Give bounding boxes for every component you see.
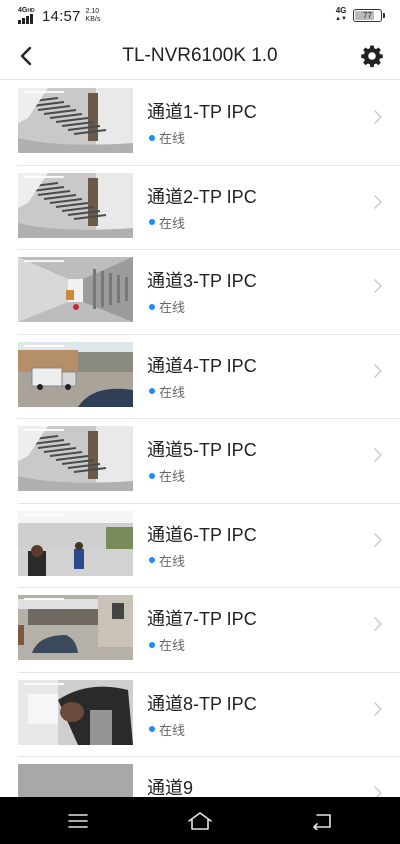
channel-row[interactable]: 通道1-TP IPC 在线 <box>18 81 400 166</box>
nav-back-button[interactable] <box>302 808 342 834</box>
channel-status-label: 在线 <box>159 469 186 484</box>
chevron-right-icon <box>372 278 384 294</box>
camera-thumbnail[interactable] <box>18 341 133 407</box>
channel-status-label: 在线 <box>159 553 186 569</box>
signal-icon: 4GHD <box>18 7 38 25</box>
online-dot-icon <box>149 472 155 479</box>
camera-thumbnail[interactable] <box>18 172 133 238</box>
channel-status-label: 在线 <box>159 384 186 400</box>
channel-status: 在线 <box>149 466 185 485</box>
channel-row[interactable]: 通道8-TP IPC 在线 <box>18 673 400 757</box>
channel-name: 通道7-TP IPC <box>147 609 257 629</box>
chevron-right-icon <box>372 785 384 797</box>
channel-row[interactable]: 通道3-TP IPC 在线 <box>18 250 400 335</box>
gear-icon <box>361 45 383 68</box>
chevron-right-icon <box>372 447 384 463</box>
back-icon <box>313 814 331 830</box>
online-dot-icon <box>149 219 155 225</box>
chevron-left-icon <box>20 46 32 66</box>
status-right: 4G ▲▼ 77 <box>335 6 385 23</box>
battery-level: 77 <box>363 10 372 20</box>
clock: 14:57 <box>42 7 81 25</box>
channel-status-label: 在线 <box>159 131 186 146</box>
camera-thumbnail[interactable] <box>18 257 133 322</box>
settings-button[interactable] <box>354 38 390 74</box>
camera-thumbnail[interactable] <box>18 426 133 491</box>
channel-status: 在线 <box>149 635 185 654</box>
channel-row[interactable]: 通道2-TP IPC 在线 <box>18 166 400 250</box>
online-dot-icon <box>149 134 155 141</box>
channel-name: 通道4-TP IPC <box>147 355 257 376</box>
back-button[interactable] <box>8 36 44 76</box>
channel-status: 在线 <box>149 551 185 570</box>
channel-name: 通道5-TP IPC <box>147 440 257 460</box>
online-dot-icon <box>149 641 155 648</box>
chevron-right-icon <box>372 616 384 632</box>
camera-thumbnail[interactable]: 无设备 <box>18 764 133 797</box>
online-dot-icon <box>149 303 155 310</box>
channel-name: 通道3-TP IPC <box>147 271 257 291</box>
status-bar: 4GHD 14:57 2.10 KB/s 4G ▲▼ 77 <box>0 0 400 32</box>
channel-name: 通道2-TP IPC <box>147 186 257 207</box>
channel-status-label: 在线 <box>159 215 186 231</box>
channel-status: 在线 <box>149 128 185 147</box>
channel-list: 通道1-TP IPC 在线 通道2-TP IPC 在线 通道3-TP IPC 在线 通道4-… <box>0 81 400 797</box>
channel-name: 通道8-TP IPC <box>147 693 257 714</box>
channel-row[interactable]: 通道7-TP IPC 在线 <box>18 588 400 673</box>
online-dot-icon <box>149 726 155 732</box>
status-left: 4GHD 14:57 2.10 KB/s <box>18 6 100 26</box>
page-title: TL-NVR6100K 1.0 <box>122 45 278 66</box>
chevron-right-icon <box>372 701 384 717</box>
channel-status: 在线 <box>149 382 185 401</box>
chevron-right-icon <box>372 109 384 125</box>
online-dot-icon <box>149 557 155 563</box>
app-header: TL-NVR6100K 1.0 <box>0 32 400 80</box>
camera-thumbnail[interactable] <box>18 679 133 745</box>
channel-row[interactable]: 通道4-TP IPC 在线 <box>18 335 400 419</box>
camera-thumbnail[interactable] <box>18 88 133 153</box>
camera-thumbnail[interactable] <box>18 510 133 576</box>
system-nav-bar <box>0 797 400 844</box>
menu-icon <box>68 814 88 828</box>
chevron-right-icon <box>372 363 384 379</box>
channel-status: 在线 <box>149 720 185 739</box>
network-speed: 2.10 KB/s <box>85 8 101 23</box>
battery-icon: 77 <box>353 8 385 22</box>
home-button[interactable] <box>180 808 220 834</box>
chevron-right-icon <box>372 532 384 548</box>
channel-name: 通道9 <box>147 778 194 797</box>
chevron-right-icon <box>372 194 384 210</box>
channel-name: 通道1-TP IPC <box>147 102 257 122</box>
channel-status: 在线 <box>149 297 185 316</box>
channel-name: 通道6-TP IPC <box>147 524 257 545</box>
channel-status-label: 在线 <box>159 300 186 315</box>
channel-row[interactable]: 通道6-TP IPC 在线 <box>18 504 400 588</box>
home-icon <box>188 812 212 830</box>
channel-row[interactable]: 无设备通道9 <box>18 757 400 797</box>
online-dot-icon <box>149 388 155 394</box>
camera-thumbnail[interactable] <box>18 595 133 660</box>
channel-row[interactable]: 通道5-TP IPC 在线 <box>18 419 400 504</box>
network-4g-indicator: 4G ▲▼ <box>335 6 347 23</box>
channel-status-label: 在线 <box>159 638 186 653</box>
channel-status-label: 在线 <box>159 722 186 738</box>
channel-status: 在线 <box>149 213 185 232</box>
menu-button[interactable] <box>58 808 98 834</box>
